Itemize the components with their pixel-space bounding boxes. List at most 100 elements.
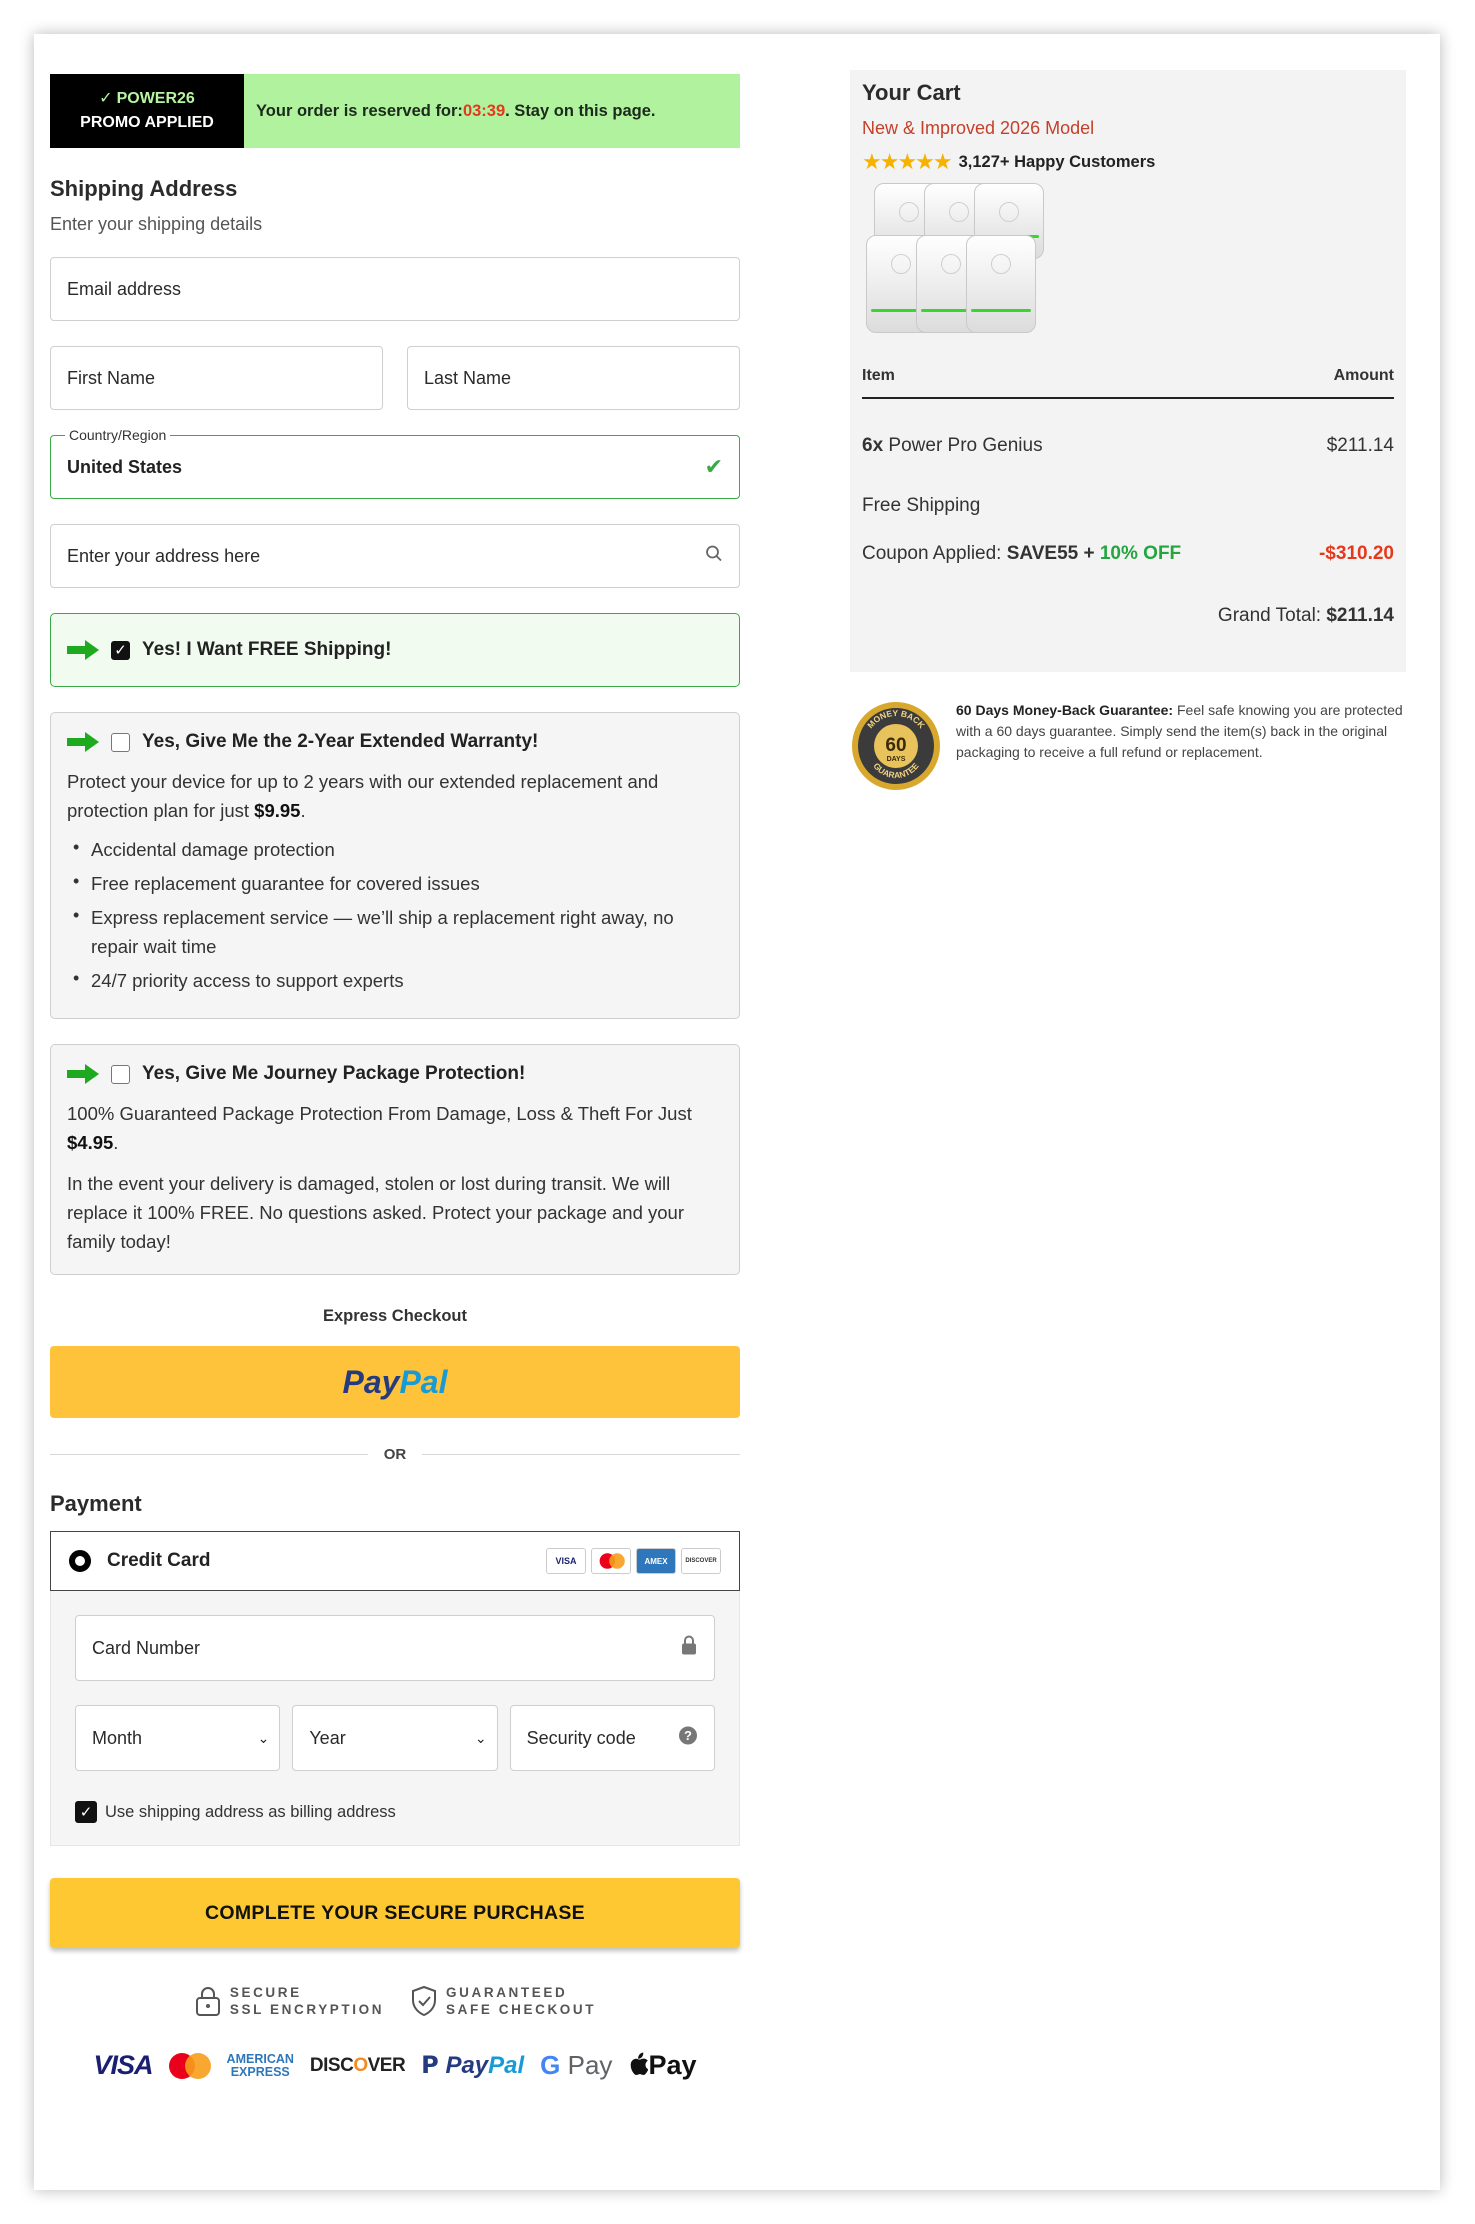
month-select[interactable]: Month ⌄ (75, 1705, 281, 1771)
paypal-logo-pal: Pal (488, 2052, 525, 2079)
country-select[interactable]: Country/Region United States ✔ (50, 427, 740, 499)
promo-banner: ✓ POWER26 PROMO APPLIED Your order is res… (50, 74, 740, 148)
protection-desc-end: . (113, 1132, 119, 1153)
visa-icon: VISA (546, 1548, 586, 1574)
valid-check-icon: ✔ (704, 454, 723, 479)
complete-purchase-button[interactable]: COMPLETE YOUR SECURE PURCHASE (50, 1878, 740, 1948)
help-icon[interactable]: ? (678, 1726, 698, 1751)
payment-logos: VISA AMERICAN EXPRESS DISCOVER 𝗣 PayPal G… (50, 2050, 740, 2081)
apple-pay-logo: Pay (628, 2050, 696, 2081)
col-item: Item (862, 367, 895, 384)
ssl-line2: SSL ENCRYPTION (229, 2002, 385, 2017)
shipping-row: Free Shipping (862, 495, 1394, 517)
address-placeholder: Enter your address here (67, 545, 261, 566)
shipping-title: Shipping Address (50, 176, 238, 201)
apple-icon (631, 2052, 649, 2076)
search-icon (705, 545, 723, 568)
paypal-button[interactable]: Pay Pal (50, 1346, 740, 1418)
or-divider: OR (50, 1446, 740, 1463)
discover-icon: DISCOVER (681, 1548, 721, 1574)
guarantee-text: 60 Days Money-Back Guarantee: Feel safe … (956, 700, 1406, 792)
billing-address-option[interactable]: ✓ Use shipping address as billing addres… (75, 1801, 715, 1823)
year-placeholder: Year (309, 1727, 346, 1748)
free-shipping-checkbox[interactable]: ✓ (111, 640, 130, 660)
shipping-text: Free Shipping (862, 495, 981, 516)
country-value: United States (67, 456, 183, 477)
protection-checkbox[interactable] (111, 1064, 130, 1084)
payment-title: Payment (50, 1491, 142, 1516)
accepted-cards: VISA AMEX DISCOVER (546, 1548, 721, 1574)
trust-badges: SECURE SSL ENCRYPTION GUARANTEED SAFE CHEC… (50, 1984, 740, 2018)
discover-o: O (353, 2054, 368, 2076)
checkout-form: ✓ POWER26 PROMO APPLIED Your order is res… (50, 74, 740, 2081)
amex-line1: AMERICAN (226, 2051, 294, 2066)
promo-status: PROMO APPLIED (80, 114, 214, 131)
credit-card-radio[interactable] (69, 1550, 91, 1572)
package-protection-offer: Yes, Give Me Journey Package Protection!… (50, 1044, 740, 1275)
security-code-field[interactable]: Security code ? (509, 1705, 715, 1771)
padlock-icon (195, 1987, 220, 2016)
protection-description: 100% Guaranteed Package Protection From … (67, 1099, 723, 1157)
promo-tag: ✓ POWER26 PROMO APPLIED (50, 74, 244, 148)
safe-line2: SAFE CHECKOUT (446, 2002, 597, 2017)
star-rating-icon: ★★★★★ (862, 149, 953, 174)
last-name-field[interactable]: Last Name (407, 346, 740, 410)
svg-text:?: ? (684, 1728, 692, 1743)
apple-pay-text: Pay (648, 2050, 697, 2080)
credit-card-form: Card Number Month ⌄ Year ⌄ Security code ?… (50, 1591, 740, 1846)
guarantee-seal-icon: MONEY BACK GUARANTEE 60 DAYS (852, 702, 940, 790)
amex-icon: AMEX (636, 1548, 676, 1574)
amex-logo: AMERICAN EXPRESS (226, 2051, 294, 2079)
product-image (862, 183, 1052, 345)
paypal-pal-text: Pal (399, 1363, 448, 1400)
card-number-field[interactable]: Card Number (75, 1615, 715, 1681)
address-field[interactable]: Enter your address here (50, 524, 740, 588)
svg-text:60: 60 (885, 735, 906, 756)
first-name-field[interactable]: First Name (50, 346, 383, 410)
money-back-guarantee: MONEY BACK GUARANTEE 60 DAYS 60 Days Mon… (850, 700, 1406, 792)
billing-checkbox[interactable]: ✓ (75, 1801, 97, 1823)
discover-a: DISC (309, 2054, 354, 2076)
coupon-label: Coupon Applied: (862, 543, 1007, 564)
grand-total: Grand Total: $211.14 (862, 605, 1394, 627)
gpay-g: G (540, 2050, 561, 2080)
security-placeholder: Security code (526, 1727, 636, 1748)
visa-logo: VISA (93, 2050, 154, 2080)
cart-title: Your Cart (862, 80, 961, 105)
warranty-desc-end: . (300, 800, 306, 821)
google-pay-logo: G Pay (540, 2050, 612, 2081)
warranty-desc-text: Protect your device for up to 2 years wi… (67, 771, 659, 821)
arrow-right-icon (67, 732, 99, 752)
warranty-description: Protect your device for up to 2 years wi… (67, 767, 723, 825)
arrow-right-icon (67, 640, 99, 660)
warranty-checkbox[interactable] (111, 732, 130, 752)
coupon-code: SAVE55 (1006, 543, 1079, 564)
svg-text:DAYS: DAYS (887, 756, 906, 763)
protection-price: $4.95 (67, 1132, 114, 1153)
warranty-offer: Yes, Give Me the 2-Year Extended Warrant… (50, 712, 740, 1019)
warranty-price: $9.95 (254, 800, 301, 821)
email-field[interactable]: Email address (50, 257, 740, 321)
reserve-text: Your order is reserved for: (256, 101, 463, 120)
free-shipping-label: Yes! I Want FREE Shipping! (142, 639, 392, 660)
credit-card-option[interactable]: Credit Card VISA AMEX DISCOVER (50, 1531, 740, 1591)
lock-icon (680, 1635, 698, 1661)
list-item: Accidental damage protection (67, 833, 723, 864)
free-shipping-offer[interactable]: ✓ Yes! I Want FREE Shipping! (50, 613, 740, 687)
cart-table-header: Item Amount (862, 367, 1394, 399)
chevron-down-icon: ⌄ (257, 1729, 270, 1746)
rating: ★★★★★ 3,127+ Happy Customers (862, 149, 1394, 175)
reservation-message: Your order is reserved for: 03:39. Stay … (244, 74, 740, 148)
ssl-line1: SECURE (229, 1985, 302, 2000)
last-name-placeholder: Last Name (424, 367, 512, 388)
safe-line1: GUARANTEED (446, 1985, 568, 2000)
month-placeholder: Month (92, 1727, 143, 1748)
paypal-logo: 𝗣 PayPal (421, 2052, 525, 2079)
discover-b: VER (367, 2054, 406, 2076)
cart-subtitle: New & Improved 2026 Model (862, 118, 1095, 138)
item-price: $211.14 (1326, 435, 1394, 456)
protection-details: In the event your delivery is damaged, s… (67, 1173, 685, 1252)
year-select[interactable]: Year ⌄ (292, 1705, 498, 1771)
cart-item-row: 6x Power Pro Genius $211.14 (862, 435, 1394, 457)
list-item: Free replacement guarantee for covered i… (67, 867, 723, 898)
